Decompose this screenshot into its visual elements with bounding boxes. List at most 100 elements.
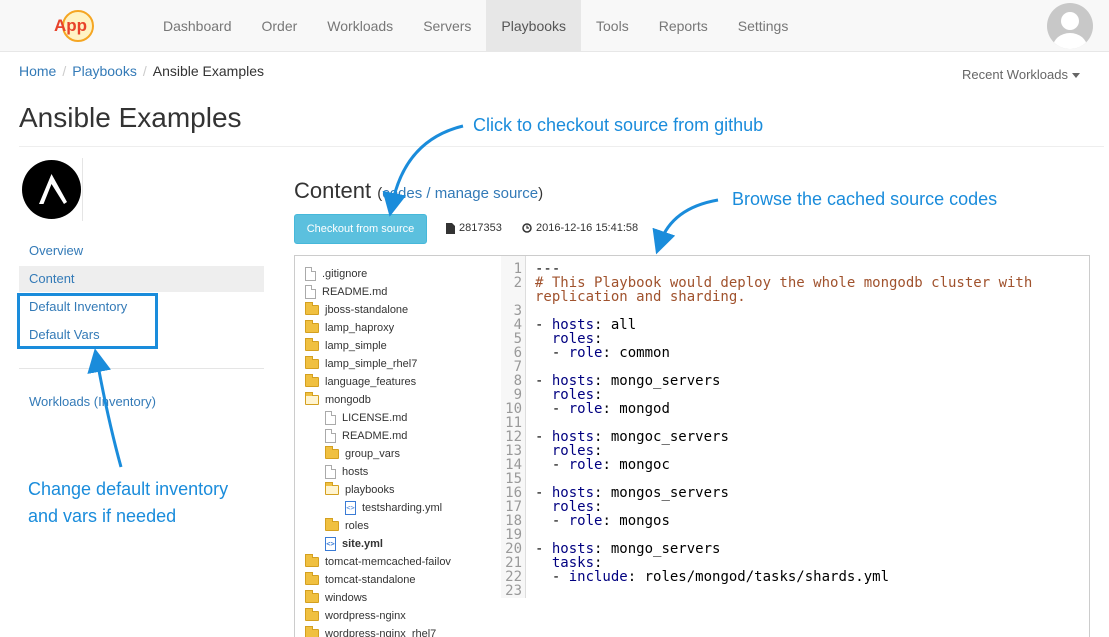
- code-line: - role: common: [535, 346, 670, 360]
- arrow-to-code: [652, 198, 719, 255]
- line-number: 4: [513, 317, 522, 333]
- nav-reports[interactable]: Reports: [644, 0, 723, 52]
- tree-item[interactable]: tomcat-memcached-failov: [305, 553, 451, 571]
- annotation-inventory-line2: and vars if needed: [28, 506, 177, 526]
- sidebar-item-content[interactable]: Content: [19, 266, 264, 292]
- code-line: # This Playbook would deploy the whole m…: [535, 276, 1032, 290]
- tree-item[interactable]: hosts: [325, 463, 368, 481]
- code-line: replication and sharding.: [535, 290, 746, 304]
- caret-down-icon: [1071, 73, 1080, 79]
- line-number: 17: [505, 499, 522, 515]
- file-icon: [325, 429, 336, 443]
- tree-item-label: mongodb: [325, 394, 371, 406]
- tree-item[interactable]: jboss-standalone: [305, 301, 408, 319]
- code-token: : mongoc: [602, 457, 670, 473]
- line-number: 12: [505, 429, 522, 445]
- tree-item[interactable]: mongodb: [305, 391, 371, 409]
- code-token: : mongod: [602, 401, 670, 417]
- tree-item[interactable]: group_vars: [325, 445, 400, 463]
- manage-source-link[interactable]: manage source: [435, 185, 538, 202]
- tree-item-label: jboss-standalone: [325, 304, 409, 316]
- code-line: roles:: [535, 444, 603, 458]
- code-token: -: [535, 345, 569, 361]
- codes-link[interactable]: codes: [382, 185, 422, 202]
- tree-item[interactable]: <> testsharding.yml: [345, 499, 442, 517]
- nav-settings[interactable]: Settings: [723, 0, 804, 52]
- tree-item-label: hosts: [342, 466, 369, 478]
- tree-item[interactable]: .gitignore: [305, 265, 367, 283]
- tree-item-label: README.md: [322, 286, 388, 298]
- line-number: 1: [513, 261, 522, 277]
- code-line: roles:: [535, 388, 603, 402]
- timestamp-meta: 2016-12-16 15:41:58: [522, 222, 638, 234]
- folder-icon: [305, 356, 319, 369]
- line-number: 23: [505, 583, 522, 599]
- tree-item[interactable]: language_features: [305, 373, 416, 391]
- tree-item[interactable]: wordpress-nginx: [305, 607, 406, 625]
- clock-icon: [522, 223, 532, 233]
- line-number: 14: [505, 457, 522, 473]
- nav-tools[interactable]: Tools: [581, 0, 644, 52]
- tree-item[interactable]: wordpress-nginx_rhel7: [305, 625, 436, 637]
- tree-item[interactable]: lamp_simple: [305, 337, 387, 355]
- tree-item[interactable]: README.md: [305, 283, 387, 301]
- code-line: - role: mongoc: [535, 458, 670, 472]
- nav-workloads[interactable]: Workloads: [312, 0, 408, 52]
- checkout-from-source-button[interactable]: Checkout from source: [294, 214, 427, 244]
- app-logo-icon[interactable]: App: [52, 6, 96, 44]
- code-token: include: [568, 569, 628, 585]
- tree-item-label: lamp_simple: [325, 340, 387, 352]
- tree-item-label: README.md: [342, 430, 408, 442]
- logo-divider: [82, 158, 83, 221]
- breadcrumb-current: Ansible Examples: [152, 63, 265, 79]
- line-number: 2: [513, 275, 522, 291]
- folder-icon: [325, 518, 339, 531]
- tree-item-label: testsharding.yml: [362, 502, 443, 514]
- sidebar-item-overview[interactable]: Overview: [19, 238, 264, 264]
- folder-icon: [305, 374, 319, 387]
- line-number: 7: [513, 359, 522, 375]
- folder-open-icon: [305, 392, 319, 405]
- tree-item[interactable]: README.md: [325, 427, 407, 445]
- breadcrumb-separator: /: [62, 63, 67, 79]
- link-separator: /: [422, 185, 435, 202]
- file-icon: [446, 222, 455, 234]
- tree-item[interactable]: tomcat-standalone: [305, 571, 416, 589]
- line-number: 22: [505, 569, 522, 585]
- nav-dashboard[interactable]: Dashboard: [148, 0, 247, 52]
- code-token: -: [535, 457, 569, 473]
- tree-item[interactable]: roles: [325, 517, 369, 535]
- nav-order[interactable]: Order: [247, 0, 313, 52]
- code-line: roles:: [535, 332, 603, 346]
- tree-item-label: language_features: [325, 376, 417, 388]
- nav-servers[interactable]: Servers: [408, 0, 486, 52]
- breadcrumb-playbooks[interactable]: Playbooks: [72, 63, 137, 79]
- tree-item[interactable]: windows: [305, 589, 367, 607]
- code-token: role: [568, 513, 603, 529]
- tree-item[interactable]: playbooks: [325, 481, 395, 499]
- line-number: 8: [513, 373, 522, 389]
- folder-icon: [325, 446, 339, 459]
- nav-playbooks[interactable]: Playbooks: [486, 0, 582, 52]
- code-line: roles:: [535, 500, 603, 514]
- code-token: : common: [602, 345, 670, 361]
- tree-item[interactable]: <> site.yml: [325, 535, 383, 553]
- breadcrumb-home[interactable]: Home: [19, 63, 56, 79]
- code-file-icon: <>: [345, 501, 356, 515]
- tree-item[interactable]: lamp_haproxy: [305, 319, 394, 337]
- line-number: 3: [513, 303, 522, 319]
- tree-item-label: wordpress-nginx: [325, 610, 406, 622]
- code-line: - hosts: mongoc_servers: [535, 430, 729, 444]
- code-line: - hosts: mongos_servers: [535, 486, 729, 500]
- tree-item[interactable]: lamp_simple_rhel7: [305, 355, 417, 373]
- user-avatar-icon[interactable]: [1047, 3, 1093, 49]
- code-token: replication and sharding.: [535, 289, 746, 305]
- recent-workloads-dropdown[interactable]: Recent Workloads: [962, 67, 1080, 82]
- folder-icon: [305, 590, 319, 603]
- folder-icon: [305, 554, 319, 567]
- sidebar-item-workloads-inventory[interactable]: Workloads (Inventory): [19, 389, 264, 415]
- folder-open-icon: [325, 482, 339, 495]
- file-size-meta: 2817353: [446, 222, 502, 234]
- tree-item[interactable]: LICENSE.md: [325, 409, 407, 427]
- line-number: 6: [513, 345, 522, 361]
